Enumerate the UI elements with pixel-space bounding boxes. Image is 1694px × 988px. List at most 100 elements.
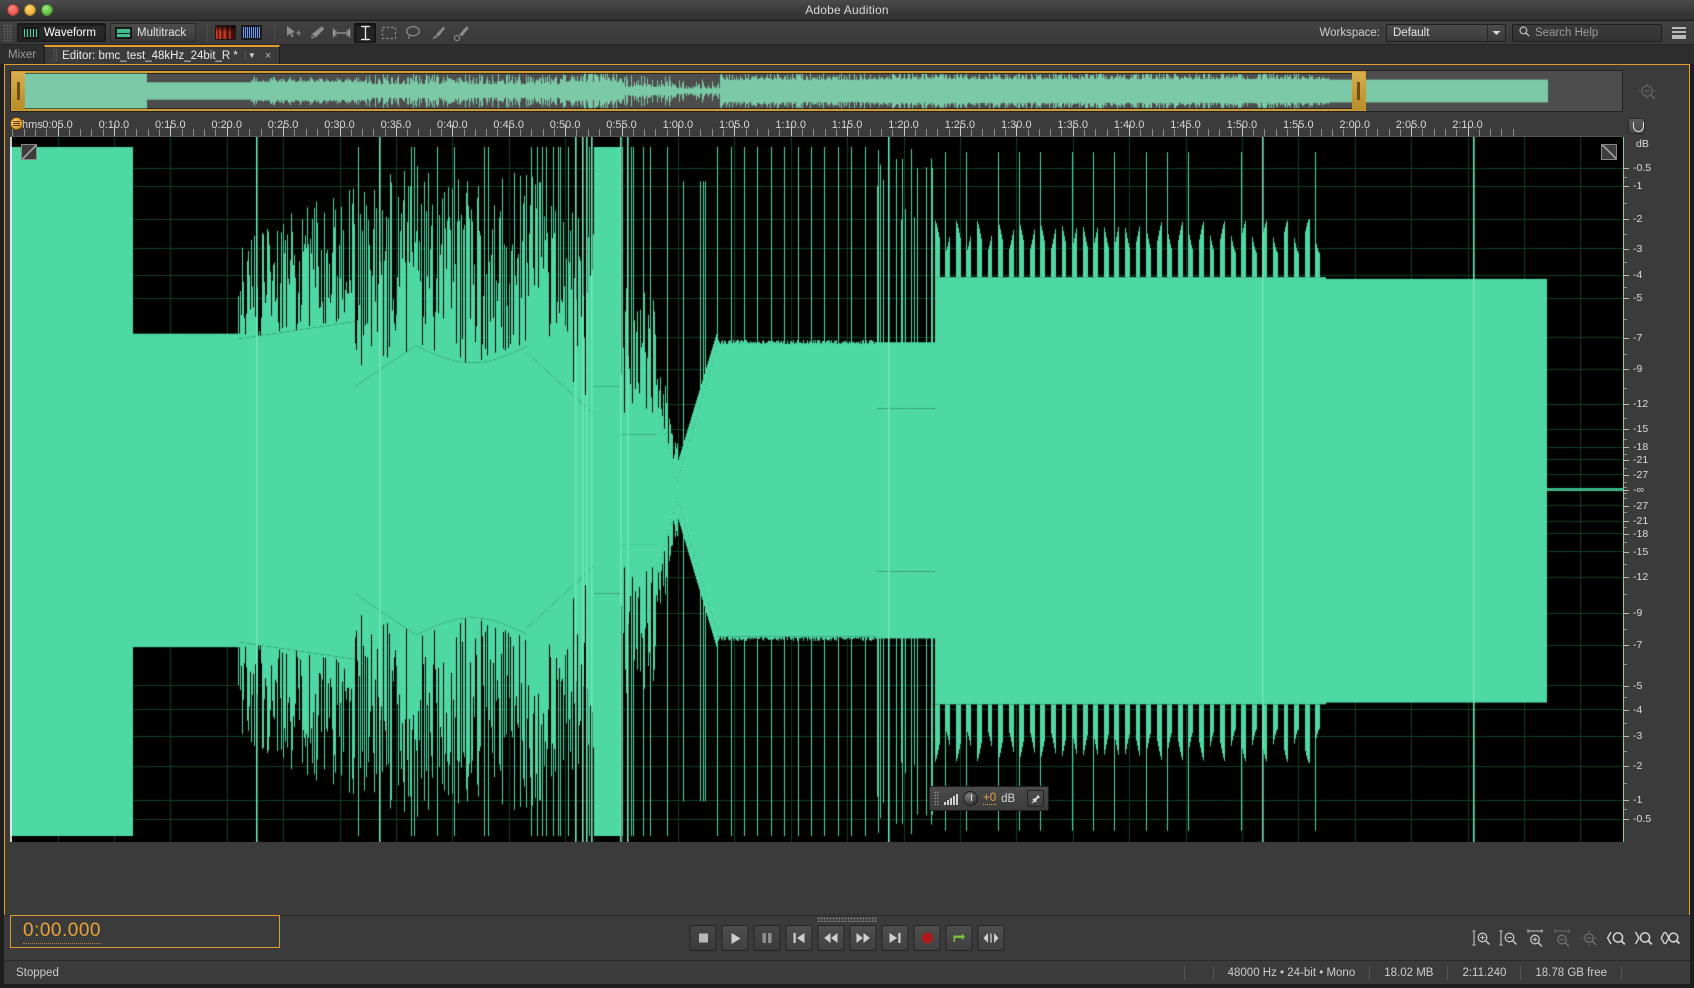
skip-selection-button[interactable]: [978, 925, 1005, 951]
move-playhead-to-next-button[interactable]: [882, 925, 909, 951]
ruler-minor-tick: [768, 129, 769, 136]
zoom-to-selection-in-point-button[interactable]: [1606, 928, 1626, 948]
waveform-display[interactable]: [10, 137, 1623, 842]
db-major-tick: [1624, 338, 1629, 339]
spectral-frequency-display-icon[interactable]: [215, 25, 236, 40]
db-major-tick: [1624, 534, 1629, 535]
db-minor-tick: [1624, 319, 1627, 320]
maximize-window-button[interactable]: [41, 4, 53, 16]
db-major-tick: [1624, 552, 1629, 553]
zoom-out-amplitude-button[interactable]: [1498, 928, 1518, 948]
window-controls[interactable]: [7, 4, 53, 16]
loop-playback-button[interactable]: [946, 925, 973, 951]
ruler-minor-tick: [813, 129, 814, 136]
close-window-button[interactable]: [7, 4, 19, 16]
play-button[interactable]: [722, 925, 749, 951]
ruler-major-tick: [283, 125, 284, 136]
search-icon: [1519, 26, 1530, 40]
pin-icon[interactable]: [1027, 790, 1044, 807]
ruler-minor-tick: [1219, 129, 1220, 136]
zoom-in-amplitude-button[interactable]: [1471, 928, 1491, 948]
lasso-selection-tool[interactable]: [402, 23, 424, 43]
overview-right-handle[interactable]: [1352, 72, 1365, 110]
chevron-down-icon[interactable]: ▼: [245, 51, 258, 60]
waveform-mode-button[interactable]: Waveform: [17, 23, 106, 42]
ruler-major-tick: [734, 125, 735, 136]
tab-mixer[interactable]: Mixer: [0, 45, 44, 64]
amplitude-scale-handle-left[interactable]: [21, 144, 37, 160]
free-space-info[interactable]: 18.78 GB free: [1520, 966, 1621, 980]
hud-grip[interactable]: [934, 791, 939, 806]
timeline-ruler[interactable]: hms0:05.00:10.00:15.00:20.00:25.00:30.00…: [10, 117, 1623, 137]
record-button[interactable]: [914, 925, 941, 951]
move-tool[interactable]: [282, 23, 304, 43]
transport-grip[interactable]: [817, 917, 877, 922]
zoom-to-selection-out-point-button[interactable]: [1633, 928, 1653, 948]
pause-button[interactable]: [754, 925, 781, 951]
time-selection-tool[interactable]: [330, 23, 352, 43]
zoom-out-full-icon[interactable]: [1634, 80, 1660, 102]
tab-grip[interactable]: [53, 49, 58, 62]
gain-value[interactable]: +0: [983, 792, 996, 805]
db-major-tick: [1624, 819, 1629, 820]
db-major-tick: [1624, 645, 1629, 646]
search-help-input[interactable]: Search Help: [1512, 24, 1662, 42]
waveform-canvas[interactable]: [10, 137, 1623, 842]
ruler-major-tick: [1298, 125, 1299, 136]
amplitude-scale-handle-right[interactable]: [1601, 144, 1617, 160]
status-divider-1: [1184, 966, 1213, 980]
db-major-tick: [1624, 429, 1629, 430]
search-help-placeholder: Search Help: [1535, 27, 1598, 39]
razor-tool[interactable]: [354, 23, 376, 43]
db-amplitude-scale[interactable]: dB -0.5 -1 -2 -3 -4 -5 -7 -9 -12 -15 -18 -21 -27 -∞ -0…: [1623, 137, 1685, 842]
move-playhead-to-previous-button[interactable]: [786, 925, 813, 951]
playhead-handle[interactable]: [10, 117, 23, 133]
ruler-minor-tick: [870, 129, 871, 136]
menu-icon[interactable]: [1672, 27, 1686, 39]
file-size-info[interactable]: 18.02 MB: [1369, 966, 1447, 980]
zoom-out-time-button[interactable]: [1552, 928, 1572, 948]
rewind-button[interactable]: [818, 925, 845, 951]
toolbar-grip[interactable]: [3, 24, 12, 42]
spot-healing-brush-tool[interactable]: [450, 23, 472, 43]
db-minor-tick: [1624, 482, 1627, 483]
ruler-minor-tick: [689, 129, 690, 136]
ruler-major-tick: [1355, 125, 1356, 136]
overview-left-handle[interactable]: [12, 72, 25, 110]
close-icon[interactable]: ×: [265, 50, 271, 62]
ruler-major-tick: [960, 125, 961, 136]
db-scale-label: -2: [1633, 760, 1642, 772]
zoom-to-selection-button[interactable]: [1660, 928, 1680, 948]
ruler-minor-tick: [994, 129, 995, 136]
ruler-minor-tick: [1332, 129, 1333, 136]
status-right-group: 48000 Hz • 24-bit • Mono 18.02 MB 2:11.2…: [1184, 961, 1690, 984]
duration-info[interactable]: 2:11.240: [1447, 966, 1520, 980]
ruler-minor-tick: [148, 129, 149, 136]
workspace-select[interactable]: Default: [1386, 24, 1506, 42]
stop-button[interactable]: [690, 925, 717, 951]
paintbrush-selection-tool[interactable]: [426, 23, 448, 43]
db-minor-tick: [1624, 468, 1627, 469]
tab-editor[interactable]: Editor: bmc_test_48kHz_24bit_R * ▼ ×: [44, 45, 280, 64]
spectral-pitch-display-icon[interactable]: [241, 25, 262, 40]
db-scale-toggle-button[interactable]: [1628, 118, 1645, 134]
slip-tool[interactable]: [306, 23, 328, 43]
ruler-major-tick: [1073, 125, 1074, 136]
ruler-minor-tick: [700, 129, 701, 136]
audition-window: Adobe Audition Waveform Multitrack Works…: [0, 0, 1694, 988]
zoom-out-full-button[interactable]: [1579, 928, 1599, 948]
fast-forward-button[interactable]: [850, 925, 877, 951]
audio-format-info[interactable]: 48000 Hz • 24-bit • Mono: [1213, 966, 1370, 980]
playhead-knob-icon: [10, 117, 23, 130]
overview-navigator[interactable]: [10, 70, 1623, 112]
marquee-selection-tool[interactable]: [378, 23, 400, 43]
toolbar-divider-1: [207, 24, 208, 41]
gain-knob[interactable]: [963, 791, 978, 806]
timecode-display[interactable]: 0:00.000: [10, 915, 280, 948]
db-major-tick: [1624, 369, 1629, 370]
ruler-minor-tick: [531, 129, 532, 136]
minimize-window-button[interactable]: [24, 4, 36, 16]
zoom-in-time-button[interactable]: [1525, 928, 1545, 948]
multitrack-mode-button[interactable]: Multitrack: [110, 23, 196, 42]
gain-hud[interactable]: +0 dB: [929, 786, 1049, 811]
